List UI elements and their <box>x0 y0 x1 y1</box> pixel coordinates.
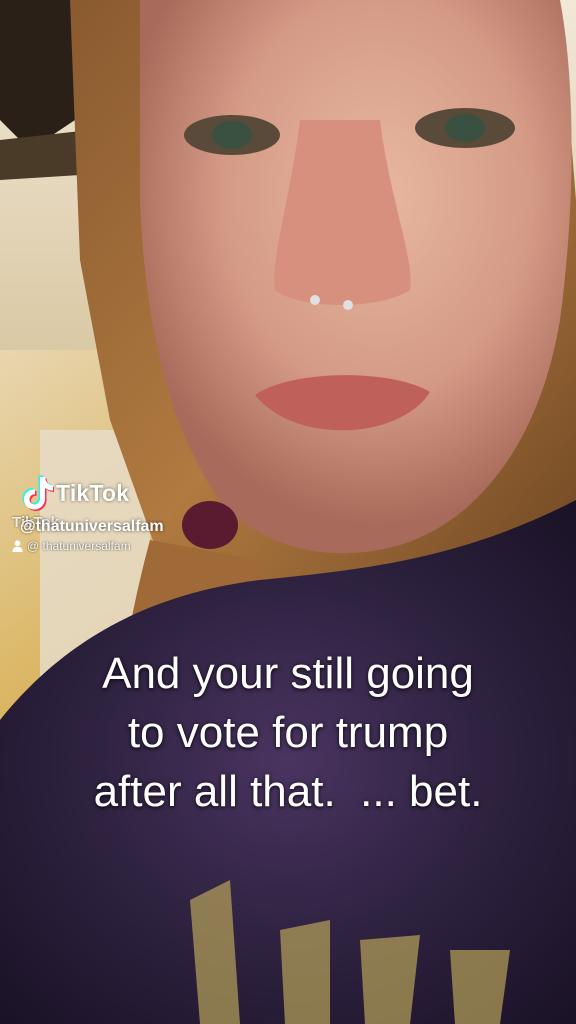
tiktok-note-icon <box>22 475 54 511</box>
caption-line: And your still going <box>102 649 474 698</box>
tiktok-logo: TikTok <box>20 474 129 512</box>
tiktok-watermark: TikTok TikTok @thatuniversalfam @ thatun… <box>12 470 274 560</box>
caption-line: after all that. ... bet. <box>93 767 483 816</box>
person-icon <box>12 540 23 552</box>
creator-sub-handle-row: @ thatuniversalfam <box>12 539 131 553</box>
video-caption: And your still going to vote for trump a… <box>0 644 576 821</box>
creator-sub-handle: @ thatuniversalfam <box>27 539 131 553</box>
tiktok-brand-text: TikTok <box>56 479 130 506</box>
caption-line: to vote for trump <box>127 708 449 757</box>
creator-handle[interactable]: @thatuniversalfam <box>20 518 164 536</box>
video-frame[interactable]: TikTok TikTok @thatuniversalfam @ thatun… <box>0 0 576 1024</box>
